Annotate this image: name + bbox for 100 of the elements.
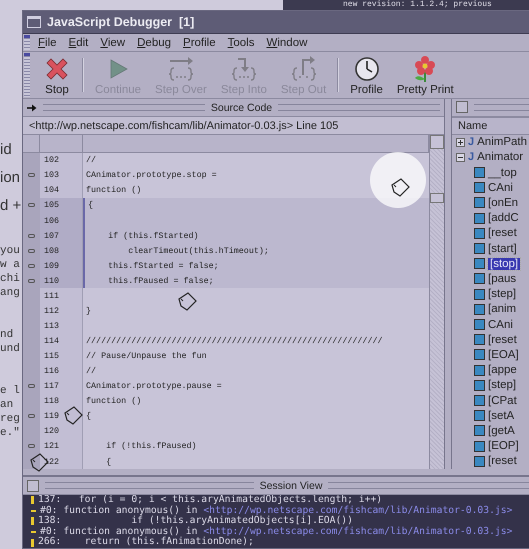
window-title: JavaScript Debugger [1] bbox=[47, 15, 194, 29]
code-line: } bbox=[86, 306, 92, 316]
frame-marker-icon bbox=[31, 510, 36, 512]
tree-item[interactable]: [EOA] bbox=[488, 348, 519, 361]
menu-item[interactable]: Debug bbox=[137, 36, 172, 48]
arrow-icon[interactable] bbox=[27, 104, 37, 112]
column-header: Name bbox=[452, 116, 529, 135]
source-line-marker-icon bbox=[31, 538, 34, 547]
menu-item[interactable]: View bbox=[100, 36, 126, 48]
tree-item[interactable]: CAni bbox=[488, 182, 513, 194]
line-number: 111 bbox=[40, 288, 83, 304]
line-number: 120 bbox=[40, 424, 83, 439]
tree-item[interactable]: [setA bbox=[488, 410, 514, 422]
code-line: this.fStarted = false; bbox=[107, 260, 219, 271]
tree-item[interactable]: CAni bbox=[488, 318, 513, 331]
menu-item[interactable]: Edit bbox=[68, 36, 88, 48]
line-number: 106 bbox=[40, 212, 83, 228]
menu-item[interactable]: Tools bbox=[228, 36, 254, 48]
menu-item[interactable]: Window bbox=[266, 36, 308, 48]
frame-marker-icon bbox=[31, 531, 36, 534]
panel-title: Session View bbox=[260, 480, 322, 492]
code-line: function () bbox=[86, 396, 142, 406]
tree-item[interactable]: [reset bbox=[488, 334, 517, 346]
code-line: { bbox=[105, 456, 112, 467]
terminal-text: new revision: 1.1.2.4; previous bbox=[343, 0, 492, 10]
tree-item[interactable]: [paus bbox=[488, 272, 516, 285]
menu-item[interactable]: Profile bbox=[183, 36, 216, 48]
background-text: e." bbox=[0, 426, 21, 440]
tree-item[interactable]: [CPat bbox=[488, 394, 517, 407]
collapse-icon[interactable] bbox=[456, 152, 465, 162]
grip-handle[interactable] bbox=[24, 35, 30, 50]
tree-item[interactable]: [addC bbox=[488, 212, 519, 224]
profile-button[interactable]: Profile bbox=[343, 52, 390, 98]
square-icon bbox=[474, 182, 485, 194]
background-text: you bbox=[0, 244, 21, 258]
tree-item[interactable]: [reset bbox=[488, 227, 517, 240]
tree-item[interactable]: [stop] bbox=[488, 258, 520, 270]
tree-item[interactable]: Animator bbox=[477, 151, 524, 164]
square-icon bbox=[474, 304, 485, 315]
panel-button[interactable] bbox=[456, 101, 468, 114]
tree-item[interactable]: [step] bbox=[488, 379, 516, 392]
line-number: 118 bbox=[40, 394, 83, 409]
code-line: { bbox=[86, 411, 92, 422]
line-number: 110 bbox=[40, 273, 83, 288]
scrollbar[interactable] bbox=[429, 135, 444, 469]
window-menu-button[interactable] bbox=[27, 16, 41, 28]
square-icon bbox=[474, 440, 485, 452]
background-text: id bbox=[0, 140, 13, 160]
square-icon bbox=[474, 334, 485, 346]
cursor-icon bbox=[389, 177, 411, 199]
code-line: CAnimator.prototype.pause = bbox=[86, 381, 222, 392]
line-number: 107 bbox=[40, 228, 83, 244]
background-text: und bbox=[0, 342, 21, 356]
scrollbar-thumb[interactable] bbox=[430, 193, 444, 203]
grip-handle[interactable] bbox=[24, 53, 30, 97]
step-over-icon bbox=[166, 54, 195, 82]
code-line: /////////////////////////////////////////////////////////// bbox=[86, 336, 383, 346]
line-number: 112 bbox=[40, 303, 83, 318]
line-number: 109 bbox=[40, 258, 83, 274]
background-text: reg bbox=[0, 412, 21, 426]
line-number: 117 bbox=[40, 378, 83, 394]
line-number: 102 bbox=[40, 152, 83, 168]
scroll-up-button[interactable] bbox=[430, 135, 444, 149]
file-location: <http://wp.netscape.com/fishcam/lib/Animator-0.03.js> Line 105 bbox=[23, 117, 444, 135]
square-icon bbox=[474, 273, 485, 284]
tree-item[interactable]: __top bbox=[488, 166, 517, 179]
tree-item[interactable]: [getA bbox=[488, 424, 515, 437]
square-icon bbox=[474, 425, 485, 436]
background-text: nd bbox=[0, 328, 14, 342]
square-icon bbox=[474, 349, 485, 360]
square-icon bbox=[474, 258, 485, 270]
tree-item[interactable]: AnimPath bbox=[477, 136, 527, 148]
tree-item[interactable]: [appe bbox=[488, 364, 517, 376]
line-number: 105 bbox=[40, 198, 83, 213]
file-link[interactable]: <http://wp.netscape.com/fishcam/lib/Animator-0.03.js> bbox=[203, 504, 512, 516]
square-icon bbox=[474, 410, 485, 422]
tree-item[interactable]: [start] bbox=[488, 242, 517, 255]
console-text: 138: if (!this.aryAnimatedObjects[i].EOA()) bbox=[38, 516, 353, 526]
tree-item[interactable]: [step] bbox=[488, 288, 516, 300]
code-line: clearTimeout(this.hTimeout); bbox=[127, 246, 269, 256]
stop-button[interactable]: Stop bbox=[36, 52, 78, 98]
square-icon bbox=[474, 228, 485, 239]
tree-item[interactable]: [anim bbox=[488, 303, 516, 316]
cursor-icon bbox=[62, 405, 84, 427]
tree-item[interactable]: [onEn bbox=[488, 196, 518, 209]
panel-button[interactable] bbox=[27, 480, 39, 492]
pretty-print-button[interactable]: Pretty Print bbox=[390, 52, 461, 98]
menu-item[interactable]: File bbox=[38, 36, 57, 48]
console-text: #0: function anonymous() in <http://wp.netscape.com/fishcam/lib/Animator-0.03.js> bbox=[40, 526, 512, 537]
type-letter: J bbox=[468, 136, 474, 148]
code-line: this.fPaused = false; bbox=[107, 276, 214, 286]
console-text: 266: return (this.fAnimationDone); bbox=[38, 537, 254, 548]
source-line-marker-icon bbox=[31, 496, 34, 504]
square-icon bbox=[474, 212, 485, 224]
background-text: ion bbox=[0, 168, 22, 188]
code-line: // Pause/Unpause the fun bbox=[86, 351, 207, 362]
file-link[interactable]: <http://wp.netscape.com/fishcam/lib/Animator-0.03.js> bbox=[203, 526, 512, 537]
tree-item[interactable]: [EOP] bbox=[488, 440, 519, 452]
expand-icon[interactable] bbox=[456, 138, 465, 147]
tree-item[interactable]: [reset bbox=[488, 455, 517, 468]
